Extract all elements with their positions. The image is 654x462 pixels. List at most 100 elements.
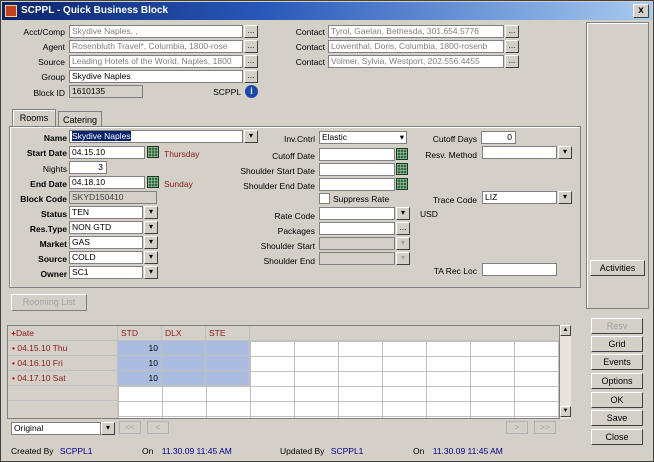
grid-cell-ste-3[interactable] (206, 371, 250, 386)
close-button[interactable]: Close (591, 429, 643, 445)
source-lookup-button[interactable]: ... (244, 55, 258, 68)
cutoff-date-calendar-icon[interactable] (396, 148, 408, 160)
grid-nav-next-button[interactable]: > (506, 421, 528, 434)
scroll-down-icon[interactable]: ▼ (560, 406, 571, 417)
grid-column-std[interactable]: STD (118, 326, 162, 341)
suppress-rate-checkbox[interactable] (319, 193, 330, 204)
name-field[interactable]: Skydive Naples (69, 130, 243, 143)
group-lookup-button[interactable]: ... (244, 70, 258, 83)
owner-dropdown-button[interactable]: ▾ (144, 266, 158, 279)
end-date-field[interactable]: 04.18.10 (69, 176, 145, 189)
save-button[interactable]: Save (591, 410, 643, 426)
grid-cell-std-1[interactable]: 10 (118, 341, 162, 356)
grid-nav-prev-button[interactable]: < (147, 421, 169, 434)
rooms-source-field[interactable]: COLD (69, 251, 143, 264)
start-date-field[interactable]: 04.15.10 (69, 146, 145, 159)
cutoff-date-field[interactable] (319, 148, 395, 161)
cutoff-days-label: Cutoff Days (432, 134, 477, 144)
grid-view-dropdown-button[interactable]: ▾ (101, 422, 115, 435)
res-type-dropdown-button[interactable]: ▾ (144, 221, 158, 234)
contact-lookup-button-3[interactable]: ... (505, 55, 519, 68)
status-field[interactable]: TEN (69, 206, 143, 219)
currency-label: USD (420, 209, 438, 219)
shoulder-start-dropdown-button: ▾ (396, 237, 410, 250)
grid-column-dlx[interactable]: DLX (162, 326, 206, 341)
grid-cell-std-2[interactable]: 10 (118, 356, 162, 371)
nights-field[interactable]: 3 (69, 161, 107, 174)
inv-cntrl-field[interactable]: Elastic ▾ (319, 131, 407, 144)
rooms-source-dropdown-button[interactable]: ▾ (144, 251, 158, 264)
resv-button[interactable]: Resv (591, 318, 643, 334)
created-by-value: SCPPL1 (59, 446, 93, 456)
scroll-up-icon[interactable]: ▲ (560, 325, 571, 336)
grid-nav-last-button[interactable]: >> (534, 421, 556, 434)
rate-code-dropdown-button[interactable]: ▾ (396, 207, 410, 220)
rooming-list-button[interactable]: Rooming List (11, 294, 87, 311)
start-day-name: Thursday (164, 149, 200, 159)
events-button[interactable]: Events (591, 354, 643, 370)
contact-field-3[interactable]: Volmer, Sylvia, Westport, 202.556.4455 (328, 55, 504, 68)
title-bar: SCPPL - Quick Business Block x (2, 2, 652, 20)
source-field[interactable]: Leading Hotels of the World, Naples, 180… (69, 55, 243, 68)
shoulder-start-date-field[interactable] (319, 163, 395, 176)
contact-lookup-button-1[interactable]: ... (505, 25, 519, 38)
tab-rooms[interactable]: Rooms (12, 109, 56, 127)
ta-rec-loc-field[interactable] (482, 263, 557, 276)
owner-field[interactable]: SC1 (69, 266, 143, 279)
cutoff-days-field[interactable]: 0 (481, 131, 516, 144)
packages-lookup-button[interactable]: ... (396, 222, 410, 235)
room-grid: +Date STD DLX STE • 04.15.10 Thu 10 • 04… (7, 325, 571, 419)
end-date-calendar-icon[interactable] (147, 176, 159, 188)
grid-cell-ste-1[interactable] (206, 341, 250, 356)
acct-comp-field[interactable]: Skydive Naples, , (69, 25, 243, 38)
grid-column-ste[interactable]: STE (206, 326, 250, 341)
resv-method-field[interactable] (482, 146, 557, 159)
agent-lookup-button[interactable]: ... (244, 40, 258, 53)
acct-comp-lookup-button[interactable]: ... (244, 25, 258, 38)
grid-cell-dlx-1[interactable] (162, 341, 206, 356)
grid-row-date-1[interactable]: • 04.15.10 Thu (8, 341, 118, 356)
grid-vertical-scrollbar[interactable]: ▲ ▼ (559, 325, 571, 419)
block-code-field: SKYD150410 (69, 191, 157, 204)
group-field[interactable]: Skydive Naples (69, 70, 243, 83)
options-button[interactable]: Options (591, 373, 643, 389)
resv-method-label: Resv. Method (425, 150, 477, 160)
grid-cell-dlx-2[interactable] (162, 356, 206, 371)
activities-button[interactable]: Activities (590, 260, 645, 276)
grid-row-date-2[interactable]: • 04.16.10 Fri (8, 356, 118, 371)
packages-field[interactable] (319, 222, 395, 235)
grid-cell-ste-2[interactable] (206, 356, 250, 371)
market-dropdown-button[interactable]: ▾ (144, 236, 158, 249)
grid-empty-area (250, 341, 560, 418)
ok-button[interactable]: OK (591, 392, 643, 408)
grid-button[interactable]: Grid (591, 336, 643, 352)
start-date-calendar-icon[interactable] (147, 146, 159, 158)
grid-nav-first-button[interactable]: << (119, 421, 141, 434)
shoulder-end-date-field[interactable] (319, 178, 395, 191)
res-type-field[interactable]: NON GTD (69, 221, 143, 234)
shoulder-end-date-label: Shoulder End Date (243, 181, 315, 191)
suppress-rate-label: Suppress Rate (333, 194, 390, 204)
trace-code-field[interactable]: LIZ (482, 191, 557, 204)
market-field[interactable]: GAS (69, 236, 143, 249)
contact-field-1[interactable]: Tyrol, Gaelan, Bethesda, 301.654.5776 (328, 25, 504, 38)
updated-by-label: Updated By (280, 446, 325, 456)
grid-row-date-3[interactable]: • 04.17.10 Sat (8, 371, 118, 386)
shoulder-start-label: Shoulder Start (260, 241, 315, 251)
grid-cell-dlx-3[interactable] (162, 371, 206, 386)
shoulder-end-date-calendar-icon[interactable] (396, 178, 408, 190)
contact-lookup-button-2[interactable]: ... (505, 40, 519, 53)
rate-code-field[interactable] (319, 207, 395, 220)
trace-code-dropdown-button[interactable]: ▾ (558, 191, 572, 204)
window-title: SCPPL - Quick Business Block (21, 5, 169, 16)
info-icon[interactable]: i (245, 85, 258, 98)
owner-code-label: SCPPL (213, 87, 241, 97)
grid-view-select[interactable]: Original (11, 422, 101, 435)
grid-cell-std-3[interactable]: 10 (118, 371, 162, 386)
agent-field[interactable]: Rosenbluth Travel*, Columbia, 1800-rose (69, 40, 243, 53)
contact-field-2[interactable]: Lowenthal, Doris, Columbia, 1800-rosenb (328, 40, 504, 53)
resv-method-dropdown-button[interactable]: ▾ (558, 146, 572, 159)
shoulder-start-date-calendar-icon[interactable] (396, 163, 408, 175)
status-dropdown-button[interactable]: ▾ (144, 206, 158, 219)
close-window-button[interactable]: x (633, 4, 649, 18)
